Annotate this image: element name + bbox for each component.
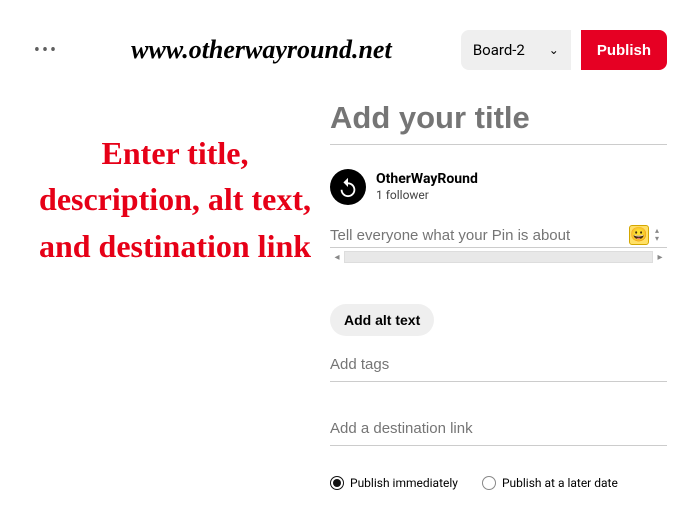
- author-row: OtherWayRound 1 follower: [330, 169, 667, 205]
- radio-circle-icon: [330, 476, 344, 490]
- scroll-track[interactable]: [344, 251, 653, 263]
- undo-arrow-icon: [337, 176, 359, 198]
- annotation-text: Enter title, description, alt text, and …: [30, 130, 320, 269]
- radio-label: Publish at a later date: [502, 476, 618, 490]
- tags-input[interactable]: [330, 348, 667, 382]
- radio-publish-immediately[interactable]: Publish immediately: [330, 476, 458, 490]
- topbar: ••• www.otherwayround.net Board-2 ⌄ Publ…: [30, 30, 667, 70]
- board-select[interactable]: Board-2 ⌄: [461, 30, 571, 70]
- avatar: [330, 169, 366, 205]
- publish-button[interactable]: Publish: [581, 30, 667, 70]
- follower-count: 1 follower: [376, 188, 478, 202]
- add-alt-text-button[interactable]: Add alt text: [330, 304, 434, 336]
- board-selected-label: Board-2: [473, 41, 525, 59]
- radio-label: Publish immediately: [350, 476, 458, 490]
- description-row: 😀 ▴▾: [330, 225, 667, 248]
- right-column: OtherWayRound 1 follower 😀 ▴▾ ◂ ▸ Add al…: [330, 100, 667, 490]
- site-url-annotation: www.otherwayround.net: [72, 35, 451, 65]
- more-icon[interactable]: •••: [30, 34, 62, 66]
- chevron-down-icon: ⌄: [549, 43, 559, 57]
- publish-timing-radios: Publish immediately Publish at a later d…: [330, 476, 667, 490]
- scroll-left-icon[interactable]: ◂: [330, 252, 344, 263]
- left-column: Enter title, description, alt text, and …: [30, 100, 330, 490]
- scroll-right-icon[interactable]: ▸: [653, 252, 667, 263]
- emoji-picker-icon[interactable]: 😀: [629, 225, 649, 245]
- radio-publish-later[interactable]: Publish at a later date: [482, 476, 618, 490]
- author-text: OtherWayRound 1 follower: [376, 171, 478, 202]
- main-area: Enter title, description, alt text, and …: [30, 100, 667, 490]
- author-name: OtherWayRound: [376, 171, 478, 188]
- vertical-scroll-arrows[interactable]: ▴▾: [655, 227, 667, 243]
- description-input[interactable]: [330, 227, 623, 244]
- radio-circle-icon: [482, 476, 496, 490]
- title-input[interactable]: [330, 100, 667, 145]
- destination-link-input[interactable]: [330, 412, 667, 446]
- horizontal-scrollbar[interactable]: ◂ ▸: [330, 250, 667, 264]
